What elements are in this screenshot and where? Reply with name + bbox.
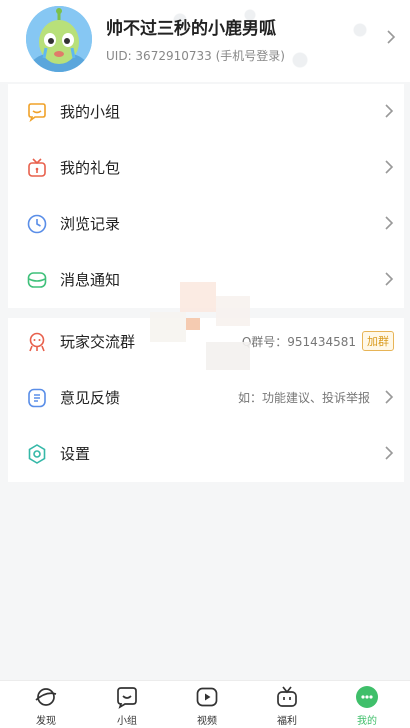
qq-group-number: Q群号：951434581 (241, 334, 356, 349)
menu-item-feedback[interactable]: 意见反馈 如：功能建议、投诉举报 (8, 370, 404, 426)
tab-label: 发现 (36, 716, 56, 727)
menu-item-label: 我的礼包 (60, 159, 121, 177)
chevron-right-icon (385, 216, 394, 230)
chevron-right-icon (385, 160, 394, 174)
planet-icon (35, 688, 57, 706)
tab-label: 福利 (277, 716, 297, 727)
chevron-right-icon (385, 104, 394, 118)
menu-item-player-group[interactable]: 玩家交流群 Q群号：951434581 加群 (8, 314, 404, 370)
menu-item-label: 浏览记录 (60, 215, 121, 233)
smile-chat-icon (117, 687, 137, 709)
uid-text: UID: 3672910733 (手机号登录) (106, 49, 285, 63)
feedback-hint: 如：功能建议、投诉举报 (237, 391, 370, 405)
tab-label: 我的 (357, 716, 377, 727)
avatar[interactable] (26, 6, 92, 72)
tab-groups[interactable]: 小组 (86, 681, 168, 728)
clock-icon (27, 214, 47, 234)
group-chat-icon (28, 103, 46, 123)
chevron-right-icon[interactable] (386, 30, 396, 44)
join-group-badge[interactable]: 加群 (362, 331, 394, 351)
tab-discover[interactable]: 发现 (5, 681, 87, 728)
menu-item-my-gifts[interactable]: 我的礼包 (8, 140, 404, 196)
avatar-image (26, 6, 92, 72)
tab-me[interactable]: 我的 (326, 681, 408, 728)
gift-icon (28, 158, 46, 177)
settings-icon (28, 444, 46, 464)
menu-list: 我的小组 我的礼包 浏览记录 消息通知 玩家交流群 Q群号：951434581 … (8, 84, 404, 482)
message-icon (27, 272, 47, 288)
tab-video[interactable]: 视频 (166, 681, 248, 728)
menu-item-label: 消息通知 (60, 271, 121, 289)
menu-item-label: 玩家交流群 (60, 333, 136, 351)
menu-item-history[interactable]: 浏览记录 (8, 196, 404, 252)
username: 帅不过三秒的小鹿男呱 (106, 19, 276, 39)
gift-box-icon (277, 686, 297, 707)
menu-item-label: 我的小组 (60, 103, 121, 121)
menu-item-my-groups[interactable]: 我的小组 (8, 84, 404, 140)
tab-label: 视频 (197, 716, 217, 727)
chevron-right-icon (385, 272, 394, 286)
tab-label: 小组 (117, 716, 137, 727)
play-icon (196, 687, 218, 707)
menu-item-settings[interactable]: 设置 (8, 426, 404, 482)
profile-header[interactable]: 帅不过三秒的小鹿男呱 UID: 3672910733 (手机号登录) (0, 0, 410, 82)
feedback-icon (28, 388, 46, 408)
chevron-right-icon (385, 446, 394, 460)
me-icon (356, 686, 378, 708)
tab-welfare[interactable]: 福利 (246, 681, 328, 728)
menu-item-label: 设置 (60, 445, 91, 463)
chevron-right-icon (385, 390, 394, 404)
menu-item-label: 意见反馈 (60, 389, 121, 407)
menu-item-notifications[interactable]: 消息通知 (8, 252, 404, 308)
qq-group-info: Q群号：951434581 加群 (242, 331, 394, 351)
player-group-icon (29, 332, 45, 352)
bottom-tab-bar: 发现 小组 视频 福利 我的 (0, 680, 410, 728)
